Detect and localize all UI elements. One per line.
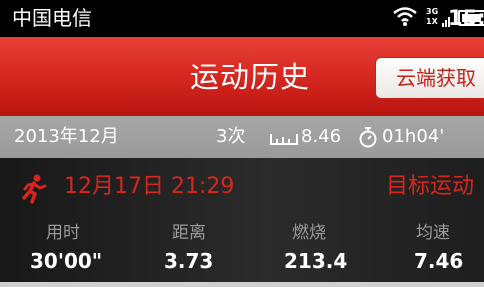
- ruler-icon: [270, 129, 298, 153]
- wifi-icon: [392, 5, 418, 31]
- stat-value-distance: 3.73: [164, 249, 214, 273]
- history-record[interactable]: 12月17日 21:29 目标运动 用时 距离 燃烧 均速 30'00" 3.7…: [0, 158, 484, 287]
- stat-value-duration: 30'00": [30, 249, 103, 273]
- status-bar: 中国电信 3G 1X 15: [0, 0, 484, 37]
- stopwatch-icon: [358, 126, 378, 155]
- record-type: 目标运动: [386, 174, 475, 199]
- stat-label-speed: 均速: [416, 223, 450, 243]
- stat-label-distance: 距离: [172, 223, 206, 243]
- summary-month: 2013年12月: [14, 126, 119, 147]
- stat-label-duration: 用时: [46, 223, 80, 243]
- stat-value-speed: 7.46: [414, 249, 464, 273]
- page-title: 运动历史: [190, 60, 311, 94]
- cloud-fetch-button[interactable]: 云端获取: [375, 57, 484, 99]
- summary-duration: 01h04': [382, 126, 445, 147]
- running-man-icon: [20, 174, 48, 208]
- record-datetime: 12月17日 21:29: [64, 174, 235, 199]
- stat-value-calories: 213.4: [284, 249, 348, 273]
- network-3g-label: 3G: [426, 7, 439, 16]
- screen: 中国电信 3G 1X 15 运动历史 云端获取 2013年12月 3次 8.46…: [0, 0, 484, 287]
- network-1x-label: 1X: [426, 17, 438, 26]
- signal-icon: 3G 1X: [426, 5, 450, 31]
- summary-count: 3次: [216, 126, 246, 147]
- summary-bar: 2013年12月 3次 8.46 01h04': [0, 116, 484, 158]
- summary-distance: 8.46: [301, 126, 342, 147]
- title-bar: 运动历史 云端获取: [0, 37, 484, 116]
- carrier-label: 中国电信: [12, 6, 92, 30]
- status-time: 15:3: [448, 6, 484, 30]
- list-divider: [0, 282, 484, 287]
- stat-label-calories: 燃烧: [292, 223, 326, 243]
